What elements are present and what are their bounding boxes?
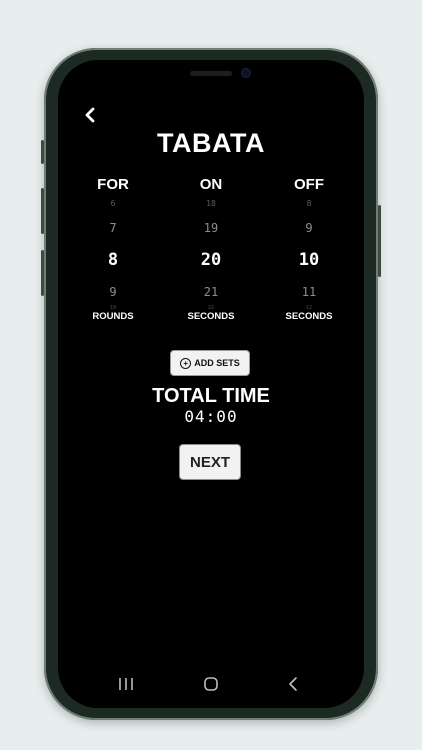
volume-up-button bbox=[41, 188, 44, 234]
picker-value[interactable]: 7 bbox=[73, 221, 153, 235]
chevron-left-icon bbox=[85, 107, 95, 123]
picker-value[interactable]: 9 bbox=[73, 285, 153, 299]
work-seconds-picker[interactable]: 18 19 20 21 22 bbox=[171, 195, 251, 313]
back-button[interactable] bbox=[80, 104, 102, 126]
picker-value[interactable]: 12 bbox=[269, 305, 349, 311]
rest-seconds-picker[interactable]: 8 9 10 11 12 bbox=[269, 195, 349, 313]
home-icon bbox=[204, 677, 218, 691]
picker-selected-value[interactable]: 20 bbox=[171, 250, 251, 270]
screen: TABATA FOR 6 7 8 9 10 ROUNDS ON 18 19 20… bbox=[58, 60, 364, 708]
column-header-for: FOR bbox=[97, 176, 129, 193]
picker-value[interactable]: 8 bbox=[269, 199, 349, 208]
picker-value[interactable]: 11 bbox=[269, 285, 349, 299]
rest-picker-column: OFF 8 9 10 11 12 SECONDS bbox=[269, 176, 349, 322]
rounds-picker-column: FOR 6 7 8 9 10 ROUNDS bbox=[73, 176, 153, 322]
total-time-label: TOTAL TIME bbox=[152, 385, 270, 407]
column-header-on: ON bbox=[199, 176, 223, 193]
back-icon bbox=[289, 677, 297, 691]
recents-button[interactable] bbox=[111, 672, 141, 696]
picker-value[interactable]: 9 bbox=[269, 221, 349, 235]
next-button[interactable]: NEXT bbox=[179, 444, 241, 480]
work-picker-column: ON 18 19 20 21 22 SECONDS bbox=[171, 176, 251, 322]
total-time-value: 04:00 bbox=[184, 407, 238, 426]
add-sets-button[interactable]: + ADD SETS bbox=[170, 350, 250, 376]
picker-selected-value[interactable]: 10 bbox=[269, 250, 349, 270]
picker-value[interactable]: 21 bbox=[171, 285, 251, 299]
picker-value[interactable]: 18 bbox=[171, 199, 251, 208]
nav-back-button[interactable] bbox=[279, 672, 309, 696]
rounds-picker[interactable]: 6 7 8 9 10 bbox=[73, 195, 153, 313]
column-header-off: OFF bbox=[294, 176, 324, 193]
picker-value[interactable]: 22 bbox=[171, 305, 251, 311]
page-title: TABATA bbox=[157, 128, 265, 158]
picker-value[interactable]: 6 bbox=[73, 199, 153, 208]
system-nav-bar bbox=[58, 672, 364, 696]
front-camera bbox=[242, 69, 250, 77]
volume-down-button bbox=[41, 250, 44, 296]
home-button[interactable] bbox=[196, 672, 226, 696]
add-sets-label: ADD SETS bbox=[194, 358, 240, 368]
picker-value[interactable]: 10 bbox=[73, 305, 153, 311]
power-button bbox=[378, 205, 381, 277]
picker-value[interactable]: 19 bbox=[171, 221, 251, 235]
picker-selected-value[interactable]: 8 bbox=[73, 250, 153, 270]
earpiece bbox=[190, 71, 232, 76]
mute-switch bbox=[41, 140, 44, 164]
recents-icon bbox=[119, 678, 133, 690]
plus-circle-icon: + bbox=[180, 357, 192, 369]
